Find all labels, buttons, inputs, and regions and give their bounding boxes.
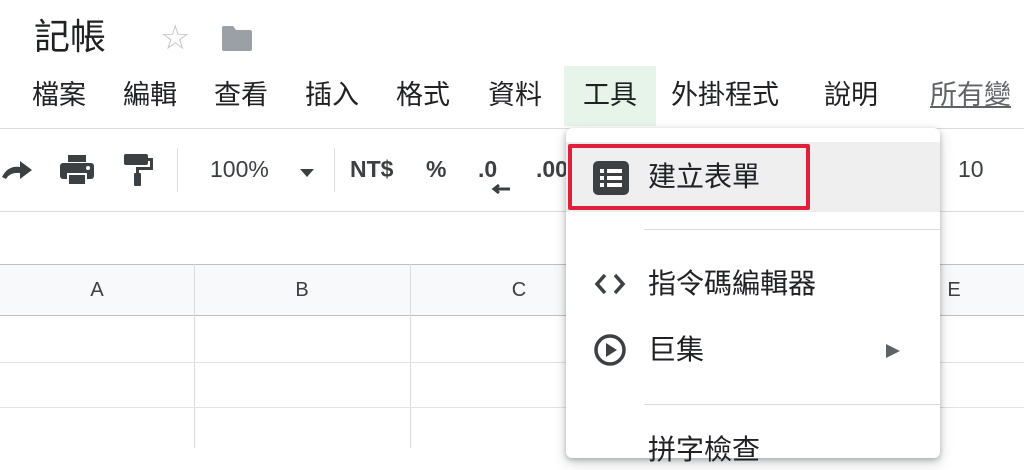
redo-icon[interactable] [0, 155, 36, 189]
caret-down-icon[interactable] [298, 164, 316, 183]
play-circle-icon [593, 333, 627, 371]
menu-help[interactable]: 說明 [824, 66, 878, 126]
last-edit-link[interactable]: 所有變 [930, 66, 1011, 126]
menu-tools[interactable]: 工具 [564, 66, 656, 126]
percent-format-button[interactable]: % [426, 152, 446, 186]
highlight-annotation [568, 144, 810, 210]
currency-format-button[interactable]: NT$ [350, 152, 393, 186]
increase-decimal-button[interactable]: .00 [536, 152, 568, 186]
star-outline-icon[interactable]: ☆ [160, 16, 190, 60]
menu-item-script-editor[interactable]: 指令碼編輯器 [648, 264, 816, 304]
menu-item-spell-check[interactable]: 拼字檢查 [648, 430, 760, 470]
column-header-a[interactable]: A [0, 264, 194, 316]
toolbar-divider [334, 148, 335, 192]
menu-view[interactable]: 查看 [214, 66, 268, 126]
column-header-b[interactable]: B [194, 264, 410, 316]
menu-data[interactable]: 資料 [488, 66, 542, 126]
menu-addons[interactable]: 外掛程式 [671, 66, 779, 126]
menu-format[interactable]: 格式 [396, 66, 450, 126]
menu-file[interactable]: 檔案 [32, 66, 86, 126]
menu-divider [644, 404, 940, 405]
paint-format-icon[interactable] [122, 152, 156, 192]
menu-insert[interactable]: 插入 [305, 66, 359, 126]
column-divider [194, 264, 195, 448]
toolbar-divider [177, 148, 178, 192]
menu-item-macros[interactable]: 巨集 [648, 330, 704, 370]
column-divider [410, 264, 411, 448]
folder-icon[interactable] [220, 24, 254, 52]
menu-edit[interactable]: 編輯 [123, 66, 177, 126]
font-size-select[interactable]: 10 [958, 152, 984, 186]
document-title[interactable]: 記帳 [34, 14, 106, 62]
code-brackets-icon [594, 272, 626, 300]
print-icon[interactable] [58, 153, 96, 191]
menu-divider [644, 229, 940, 230]
submenu-arrow-icon [884, 343, 902, 363]
arrow-left-icon [490, 180, 512, 199]
zoom-select[interactable]: 100% [210, 152, 269, 186]
